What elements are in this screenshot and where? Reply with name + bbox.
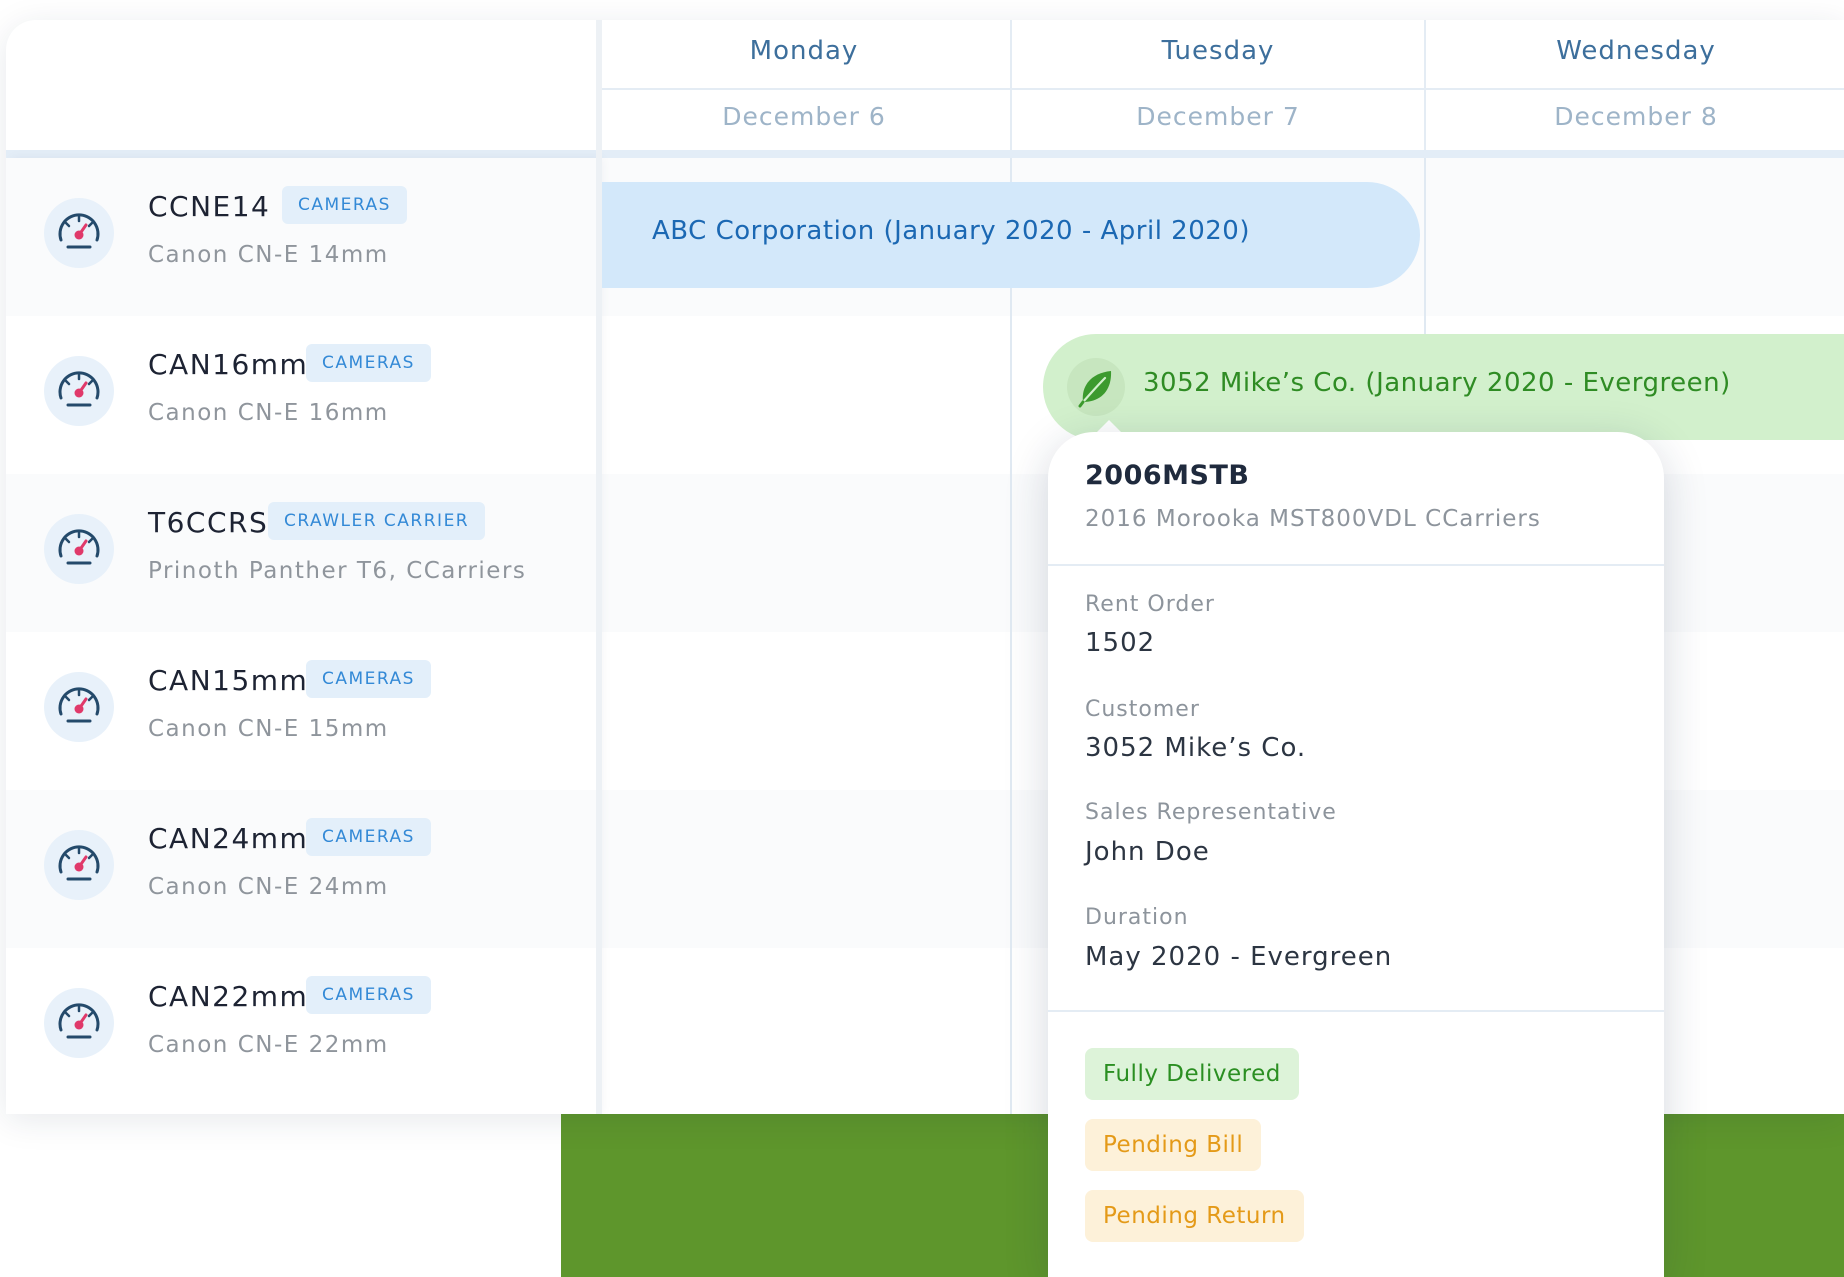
day-date: December 6 — [722, 102, 886, 131]
day-column-header-tuesday[interactable]: Tuesday December 7 — [1010, 20, 1424, 150]
asset-code: T6CCRS — [148, 506, 269, 539]
column-divider — [1010, 158, 1012, 1114]
day-date: December 8 — [1554, 102, 1718, 131]
customer-label: Customer — [1085, 697, 1200, 722]
popover-divider — [1048, 564, 1664, 566]
day-name: Monday — [749, 36, 859, 66]
booking-label: 3052 Mike’s Co. (January 2020 - Evergree… — [1143, 368, 1731, 398]
speedometer-icon — [44, 672, 114, 742]
asset-code: CAN22mm — [148, 980, 309, 1013]
sales-representative-value: John Doe — [1085, 837, 1210, 867]
asset-description: Canon CN-E 15mm — [148, 716, 389, 742]
asset-description: Canon CN-E 22mm — [148, 1032, 389, 1058]
popover-subtitle: 2016 Morooka MST800VDL CCarriers — [1085, 506, 1541, 532]
asset-code: CCNE14 — [148, 190, 271, 223]
booking-bar-abc-corporation[interactable]: ABC Corporation (January 2020 - April 20… — [602, 182, 1420, 288]
category-tag: CAMERAS — [282, 186, 407, 224]
calendar-header: Monday December 6 Tuesday December 7 Wed… — [6, 20, 1844, 150]
speedometer-icon — [44, 988, 114, 1058]
duration-value: May 2020 - Evergreen — [1085, 942, 1393, 972]
category-tag: CAMERAS — [306, 818, 431, 856]
asset-description: Prinoth Panther T6, CCarriers — [148, 558, 527, 584]
speedometer-icon — [44, 514, 114, 584]
asset-code: CAN24mm — [148, 822, 309, 855]
asset-row[interactable]: CCNE14 CAMERAS Canon CN-E 14mm — [6, 158, 596, 316]
asset-description: Canon CN-E 14mm — [148, 242, 389, 268]
status-badge-pending-return: Pending Return — [1085, 1190, 1304, 1242]
category-tag: CRAWLER CARRIER — [268, 502, 486, 540]
category-tag: CAMERAS — [306, 344, 431, 382]
header-divider — [1426, 88, 1844, 90]
sales-representative-label: Sales Representative — [1085, 800, 1337, 825]
asset-row[interactable]: CAN16mm CAMERAS Canon CN-E 16mm — [6, 316, 596, 474]
header-bottom-border — [6, 150, 1844, 158]
duration-label: Duration — [1085, 905, 1189, 930]
speedometer-icon — [44, 198, 114, 268]
popover-title: 2006MSTB — [1085, 460, 1250, 491]
day-name: Wednesday — [1556, 36, 1716, 66]
popover-divider — [1048, 1010, 1664, 1012]
status-badge-fully-delivered: Fully Delivered — [1085, 1048, 1299, 1100]
speedometer-icon — [44, 830, 114, 900]
day-column-header-monday[interactable]: Monday December 6 — [596, 20, 1010, 150]
header-divider — [598, 88, 1010, 90]
header-divider — [1012, 88, 1424, 90]
asset-description: Canon CN-E 24mm — [148, 874, 389, 900]
status-badge-pending-bill: Pending Bill — [1085, 1119, 1262, 1171]
rent-order-value: 1502 — [1085, 628, 1156, 658]
booking-label: ABC Corporation (January 2020 - April 20… — [652, 216, 1250, 246]
asset-row[interactable]: T6CCRS CRAWLER CARRIER Prinoth Panther T… — [6, 474, 596, 632]
asset-row[interactable]: CAN15mm CAMERAS Canon CN-E 15mm — [6, 632, 596, 790]
category-tag: CAMERAS — [306, 976, 431, 1014]
asset-row[interactable]: CAN24mm CAMERAS Canon CN-E 24mm — [6, 790, 596, 948]
rent-order-label: Rent Order — [1085, 592, 1215, 617]
speedometer-icon — [44, 356, 114, 426]
asset-list: CCNE14 CAMERAS Canon CN-E 14mm CAN16mm C… — [6, 158, 596, 1114]
asset-code: CAN15mm — [148, 664, 309, 697]
booking-bar-mikes-co[interactable]: 3052 Mike’s Co. (January 2020 - Evergree… — [1043, 334, 1844, 440]
asset-code: CAN16mm — [148, 348, 309, 381]
customer-value: 3052 Mike’s Co. — [1085, 733, 1307, 763]
asset-description: Canon CN-E 16mm — [148, 400, 389, 426]
day-date: December 7 — [1136, 102, 1300, 131]
day-name: Tuesday — [1161, 36, 1275, 66]
category-tag: CAMERAS — [306, 660, 431, 698]
leaf-icon — [1067, 358, 1125, 416]
booking-details-popover: 2006MSTB 2016 Morooka MST800VDL CCarrier… — [1048, 432, 1664, 1277]
day-column-header-wednesday[interactable]: Wednesday December 8 — [1424, 20, 1844, 150]
asset-row[interactable]: CAN22mm CAMERAS Canon CN-E 22mm — [6, 948, 596, 1106]
